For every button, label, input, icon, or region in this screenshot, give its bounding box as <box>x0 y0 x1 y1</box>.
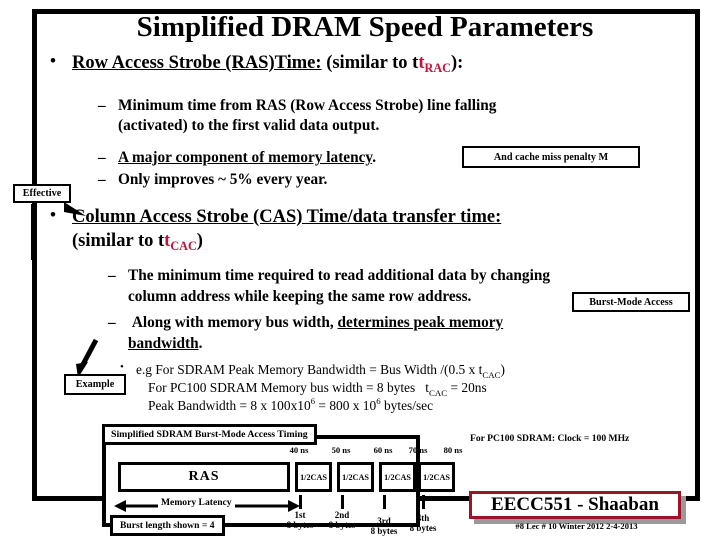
burst-length-box: Burst length shown = 4 <box>110 515 225 536</box>
bullet-1-tail-suffix: ): <box>450 53 464 73</box>
example-l3-sup1: 6 <box>310 396 316 406</box>
slide-canvas: Simplified DRAM Speed Parameters • Row A… <box>0 0 720 540</box>
ns-label-60: 60 ns <box>373 445 393 455</box>
cas-sub-line-1: The minimum time required to read additi… <box>128 267 550 284</box>
t-rac-subscript: RAC <box>424 61 451 75</box>
order-label-2nd: 2nd 8 bytes <box>322 510 362 531</box>
order-ordinal-4: 4th <box>416 513 430 523</box>
bullet-dot-icon: • <box>50 51 56 70</box>
sub-bullet-bandwidth: bandwidth. <box>128 334 528 354</box>
bullet-2-line2: (similar to ttCAC) <box>72 230 472 253</box>
cas-sub-line-3: Along with memory bus width, determines … <box>128 314 504 331</box>
memory-latency-arrow-row: Memory Latency <box>114 497 300 513</box>
bullet-text: Row Access Strobe (RAS)Time: (similar to… <box>72 52 680 75</box>
memory-latency-label: Memory Latency <box>158 497 235 508</box>
example-line-3: Peak Bandwidth = 8 x 100x106 = 800 x 106… <box>148 396 708 415</box>
bullet-2-l2-suffix: ) <box>196 231 203 251</box>
callout-effective: Effective <box>13 184 71 203</box>
example-line-2: For PC100 SDRAM Memory bus width = 8 byt… <box>148 378 708 398</box>
pc100-clock-note: For PC100 SDRAM: Clock = 100 MHz <box>470 433 630 444</box>
example-l1a: e.g For SDRAM Peak Memory Bandwidth = Bu… <box>136 362 483 377</box>
sub-bullet-minimum-time-cont: (activated) to the first valid data outp… <box>118 116 658 136</box>
order-size-3: 8 bytes <box>370 526 398 537</box>
bullet-2-underlined: Column Access Strobe (CAS) Time/data tra… <box>72 207 502 227</box>
sub-bullet-minimum-time: – Minimum time from RAS (Row Access Stro… <box>98 96 638 116</box>
callout-cache-miss-label: And cache miss penalty M <box>493 151 609 163</box>
callout-cache-miss-penalty: And cache miss penalty M <box>462 146 640 168</box>
tick-3 <box>383 495 386 509</box>
sub-bullet-only-improves: – Only improves ~ 5% every year. <box>98 170 498 190</box>
ns-label-80: 80 ns <box>443 445 463 455</box>
cas-block-2: 1/2CAS <box>337 462 374 492</box>
ns-label-40: 40 ns <box>289 445 309 455</box>
t-rac-symbol: tRAC <box>418 53 451 75</box>
cas-block-1: 1/2CAS <box>295 462 332 492</box>
example-l3-sup2: 6 <box>376 396 381 406</box>
sub-bullet-major-component: – A major component of memory latency. <box>98 148 498 168</box>
order-ordinal-3: 3rd <box>377 516 391 526</box>
bullet-column-access-line2: (similar to ttCAC) <box>72 230 472 253</box>
major-component-underlined: A major component of memory latency <box>118 149 373 166</box>
sub-bullet-line-1: Minimum time from RAS (Row Access Strobe… <box>118 97 497 114</box>
callout-burst-mode-access: Burst-Mode Access <box>572 292 690 312</box>
example-l2c: = 20ns <box>447 380 487 395</box>
sub-bullet-line-4: Only improves ~ 5% every year. <box>118 171 328 188</box>
timing-diagram: Simplified SDRAM Burst-Mode Access Timin… <box>88 424 462 536</box>
callout-effective-label: Effective <box>22 188 62 199</box>
example-line-3-text: Peak Bandwidth = 8 x 100x106 = 800 x 106… <box>148 396 708 415</box>
order-ordinal-2: 2nd <box>334 510 350 520</box>
order-label-3rd: 3rd 8 bytes <box>364 516 404 537</box>
ns-label-70: 70 ns <box>408 445 428 455</box>
t-cac-subscript: CAC <box>170 239 197 253</box>
order-label-1st: 1st 8 bytes <box>280 510 320 531</box>
cas-sub-line-4: bandwidth. <box>128 335 203 352</box>
example-line-1: • e.g For SDRAM Peak Memory Bandwidth = … <box>120 360 680 380</box>
order-label-4th: 4th 8 bytes <box>403 513 443 534</box>
sub-bullet-line-3: A major component of memory latency. <box>118 149 377 166</box>
example-l3a: Peak Bandwidth = 8 x 100x10 <box>148 398 311 413</box>
dash-icon: – <box>108 314 116 331</box>
bullet-1-tail-prefix: (similar to t <box>321 53 419 73</box>
page-title: Simplified DRAM Speed Parameters <box>136 11 594 43</box>
callout-example: Example <box>64 374 126 395</box>
tick-4 <box>422 495 425 509</box>
t-cac-symbol: tCAC <box>164 231 197 253</box>
dash-icon: – <box>98 97 106 114</box>
cas-block-4: 1/2CAS <box>418 462 455 492</box>
dash-icon: – <box>98 149 106 166</box>
ns-label-50: 50 ns <box>331 445 351 455</box>
bullet-column-access-strobe: • Column Access Strobe (CAS) Time/data t… <box>50 205 690 229</box>
slide-footnote: #8 Lec # 10 Winter 2012 2-4-2013 <box>515 521 638 531</box>
cas-block-3: 1/2CAS <box>379 462 416 492</box>
sub-bullet-minimum-read: – The minimum time required to read addi… <box>108 266 668 286</box>
example-l2a: For PC100 SDRAM Memory bus width = 8 byt… <box>148 380 416 395</box>
course-banner: EECC551 - Shaaban <box>469 491 681 519</box>
bullet-1-underlined: Row Access Strobe (RAS)Time: <box>72 53 322 73</box>
example-l3c: bytes/sec <box>380 398 434 413</box>
example-line-2-text: For PC100 SDRAM Memory bus width = 8 byt… <box>148 378 708 398</box>
callout-burst-mode-label: Burst-Mode Access <box>589 296 673 308</box>
course-banner-label: EECC551 - Shaaban <box>491 494 659 515</box>
bullet-row-access-strobe: • Row Access Strobe (RAS)Time: (similar … <box>50 51 680 75</box>
callout-example-label: Example <box>75 379 115 390</box>
example-l3b: = 800 x 10 <box>315 398 377 413</box>
determines-peak-underlined-a: determines peak memory <box>337 314 504 331</box>
order-size-2: 8 bytes <box>328 520 356 531</box>
dash-icon: – <box>108 267 116 284</box>
tick-2 <box>341 495 344 509</box>
order-size-1: 8 bytes <box>286 520 314 531</box>
bullet-text: Column Access Strobe (CAS) Time/data tra… <box>72 206 690 229</box>
order-size-4: 8 bytes <box>409 523 437 534</box>
example-l1b: ) <box>500 362 505 377</box>
sub-bullet-along-with-bus-width: – Along with memory bus width, determine… <box>108 313 668 333</box>
timing-diagram-header: Simplified SDRAM Burst-Mode Access Timin… <box>102 424 317 445</box>
ras-block: RAS <box>118 462 290 492</box>
determines-peak-underlined-b: bandwidth <box>128 335 199 352</box>
example-line-1-text: e.g For SDRAM Peak Memory Bandwidth = Bu… <box>136 360 680 380</box>
sub-bullet-line-2: (activated) to the first valid data outp… <box>118 117 380 134</box>
